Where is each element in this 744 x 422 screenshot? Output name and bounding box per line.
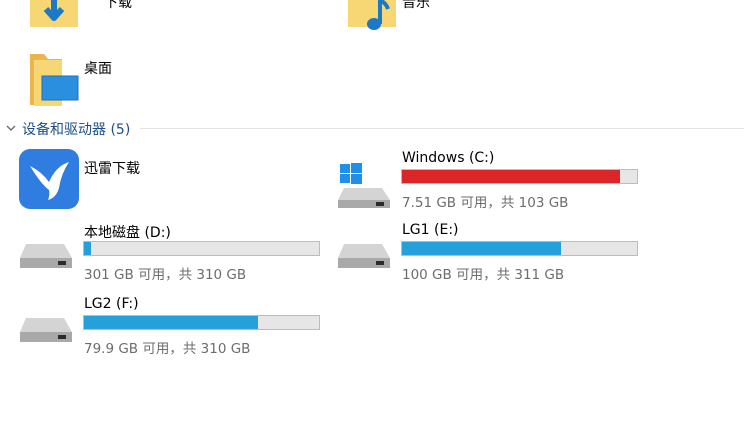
drive-free-space: 100 GB 可用，共 311 GB bbox=[402, 267, 565, 283]
drive-usage-bar bbox=[401, 169, 638, 184]
section-title: 设备和驱动器 (5) bbox=[22, 122, 131, 138]
drive-item-e[interactable]: LG1 (E:) 100 GB 可用，共 311 GB bbox=[334, 218, 654, 283]
drive-usage-fill bbox=[84, 316, 259, 329]
folder-item-music[interactable]: 音乐 bbox=[338, 0, 538, 34]
hard-drive-icon bbox=[20, 244, 72, 268]
folder-item-desktop[interactable]: 桌面 bbox=[20, 46, 220, 108]
hard-drive-icon bbox=[20, 318, 72, 342]
drive-usage-bar bbox=[401, 241, 638, 256]
drive-name: LG2 (F:) bbox=[84, 296, 139, 312]
drive-usage-fill bbox=[402, 170, 620, 183]
drive-usage-fill bbox=[84, 242, 91, 255]
drive-free-space: 7.51 GB 可用，共 103 GB bbox=[402, 195, 569, 211]
section-divider bbox=[140, 128, 744, 129]
section-header-devices[interactable]: 设备和驱动器 (5) bbox=[0, 116, 744, 140]
folder-label: 音乐 bbox=[402, 0, 430, 11]
drive-item-f[interactable]: LG2 (F:) 79.9 GB 可用，共 310 GB bbox=[16, 292, 336, 357]
folder-label: 桌面 bbox=[84, 61, 112, 77]
drive-free-space: 79.9 GB 可用，共 310 GB bbox=[84, 341, 251, 357]
drive-name: Windows (C:) bbox=[402, 150, 495, 166]
drive-usage-bar bbox=[83, 241, 320, 256]
hard-drive-icon bbox=[338, 244, 390, 268]
drive-name: LG1 (E:) bbox=[402, 222, 459, 238]
folder-label: 下载 bbox=[104, 0, 132, 11]
file-explorer-this-pc: 下载 音乐 桌面 设备和驱动器 (5) 迅雷下载 Windows (C:) 7.… bbox=[0, 0, 744, 422]
drive-usage-bar bbox=[83, 315, 320, 330]
drive-item-d[interactable]: 本地磁盘 (D:) 301 GB 可用，共 310 GB bbox=[16, 218, 336, 283]
downloads-folder-icon bbox=[30, 0, 78, 27]
folder-item-downloads[interactable]: 下载 bbox=[20, 0, 220, 34]
music-folder-icon bbox=[348, 0, 396, 30]
drive-free-space: 301 GB 可用，共 310 GB bbox=[84, 267, 247, 283]
app-item-thunder[interactable]: 迅雷下载 bbox=[16, 146, 236, 210]
windows-drive-icon bbox=[338, 163, 390, 208]
chevron-down-icon[interactable] bbox=[5, 122, 17, 134]
thunder-bird-icon bbox=[19, 149, 79, 209]
drive-usage-fill bbox=[402, 242, 562, 255]
desktop-folder-icon bbox=[30, 54, 79, 106]
drive-name: 本地磁盘 (D:) bbox=[84, 225, 171, 241]
app-label: 迅雷下载 bbox=[84, 161, 140, 177]
drive-item-c[interactable]: Windows (C:) 7.51 GB 可用，共 103 GB bbox=[334, 146, 654, 211]
